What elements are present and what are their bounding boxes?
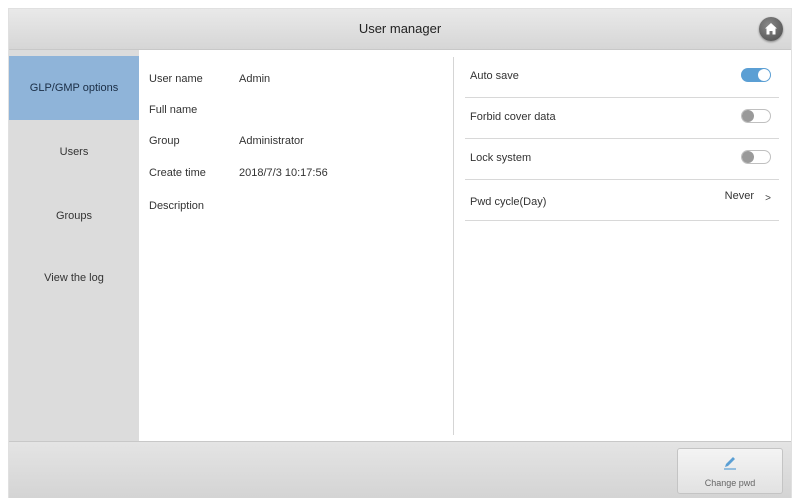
group-label: Group xyxy=(149,135,180,147)
edit-pen-icon xyxy=(724,457,736,470)
change-pwd-button[interactable]: Change pwd xyxy=(677,448,783,494)
change-pwd-label: Change pwd xyxy=(704,478,756,488)
chevron-right-icon[interactable]: > xyxy=(765,193,771,204)
create-time-label: Create time xyxy=(149,167,206,179)
sidebar-item-users[interactable]: Users xyxy=(9,120,139,184)
bottom-toolbar: Change pwd xyxy=(9,441,791,498)
info-row-group: Group Administrator xyxy=(149,135,449,155)
user-manager-window: User manager GLP/GMP options Users Group… xyxy=(8,8,792,498)
info-row-create-time: Create time 2018/7/3 10:17:56 xyxy=(149,167,449,187)
setting-pwd-cycle[interactable]: Pwd cycle(Day) Never > xyxy=(465,180,779,221)
info-row-description: Description xyxy=(149,200,449,220)
setting-auto-save: Auto save xyxy=(465,57,779,98)
full-name-label: Full name xyxy=(149,104,198,116)
home-button[interactable] xyxy=(759,17,783,41)
lock-system-label: Lock system xyxy=(470,152,532,164)
lock-system-toggle[interactable] xyxy=(741,150,771,164)
group-value: Administrator xyxy=(239,135,304,147)
pwd-cycle-label: Pwd cycle(Day) xyxy=(470,196,547,208)
create-time-value: 2018/7/3 10:17:56 xyxy=(239,167,328,179)
sidebar-item-groups[interactable]: Groups xyxy=(9,184,139,248)
sidebar-item-glp-gmp-options[interactable]: GLP/GMP options xyxy=(9,56,139,120)
sidebar: GLP/GMP options Users Groups View the lo… xyxy=(9,50,139,441)
title-bar: User manager xyxy=(9,9,791,50)
toggle-knob xyxy=(742,151,754,163)
sidebar-item-view-log[interactable]: View the log xyxy=(9,246,139,310)
setting-lock-system: Lock system xyxy=(465,139,779,180)
user-name-value: Admin xyxy=(239,73,271,85)
user-name-label: User name xyxy=(149,73,203,85)
toggle-knob xyxy=(758,69,770,81)
home-icon xyxy=(765,23,777,35)
toggle-knob xyxy=(742,110,754,122)
setting-forbid-cover-data: Forbid cover data xyxy=(465,98,779,139)
forbid-cover-data-toggle[interactable] xyxy=(741,109,771,123)
auto-save-toggle[interactable] xyxy=(741,68,771,82)
info-row-full-name: Full name xyxy=(149,104,449,124)
forbid-cover-data-label: Forbid cover data xyxy=(470,111,556,123)
panel-divider xyxy=(453,57,454,435)
info-row-user-name: User name Admin xyxy=(149,73,449,93)
window-title: User manager xyxy=(358,21,442,36)
pwd-cycle-value: Never xyxy=(724,190,754,202)
auto-save-label: Auto save xyxy=(470,70,519,82)
description-label: Description xyxy=(149,200,205,212)
